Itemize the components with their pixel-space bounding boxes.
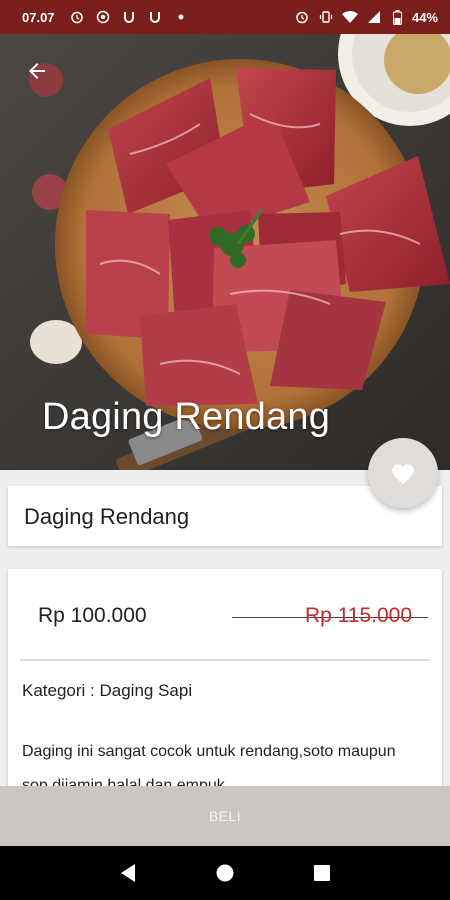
data-saver-icon: [95, 9, 111, 25]
heart-icon: [392, 464, 414, 485]
back-button[interactable]: [22, 56, 52, 86]
status-bar: 07.07 44%: [0, 0, 450, 34]
old-price: Rp 115.000: [304, 604, 412, 627]
status-right: 44%: [294, 9, 438, 25]
back-triangle-icon: [121, 864, 136, 882]
product-price: Rp 100.000: [38, 604, 147, 627]
u-icon: [147, 9, 163, 25]
buy-button[interactable]: BELI: [0, 786, 450, 846]
hero-image: Daging Rendang: [0, 34, 450, 470]
product-name: Daging Rendang: [24, 504, 190, 529]
buy-button-label: BELI: [208, 808, 242, 824]
divider: [20, 659, 430, 661]
battery-icon: [390, 9, 406, 25]
arrow-back-icon: [29, 63, 45, 79]
nav-home-button[interactable]: [210, 858, 240, 888]
u-icon: [121, 9, 137, 25]
nav-recents-button[interactable]: [307, 858, 337, 888]
recents-square-icon: [313, 865, 330, 881]
home-circle-icon: [216, 864, 234, 882]
status-time: 07.07: [22, 9, 55, 25]
nav-back-button[interactable]: [113, 858, 143, 888]
dot-icon: [173, 9, 189, 25]
hero-title: Daging Rendang: [42, 396, 331, 438]
battery-percent: 44%: [411, 9, 438, 25]
signal-icon: [366, 9, 382, 25]
alarm-icon: [294, 9, 310, 25]
product-category: Kategori : Daging Sapi: [22, 681, 193, 700]
vibrate-icon: [318, 9, 334, 25]
navigation-bar: [0, 846, 450, 900]
favorite-button[interactable]: [368, 438, 438, 508]
old-price-group: Rp 115.000: [232, 604, 428, 632]
wifi-icon: [341, 9, 358, 25]
alarm-icon: [69, 9, 85, 25]
